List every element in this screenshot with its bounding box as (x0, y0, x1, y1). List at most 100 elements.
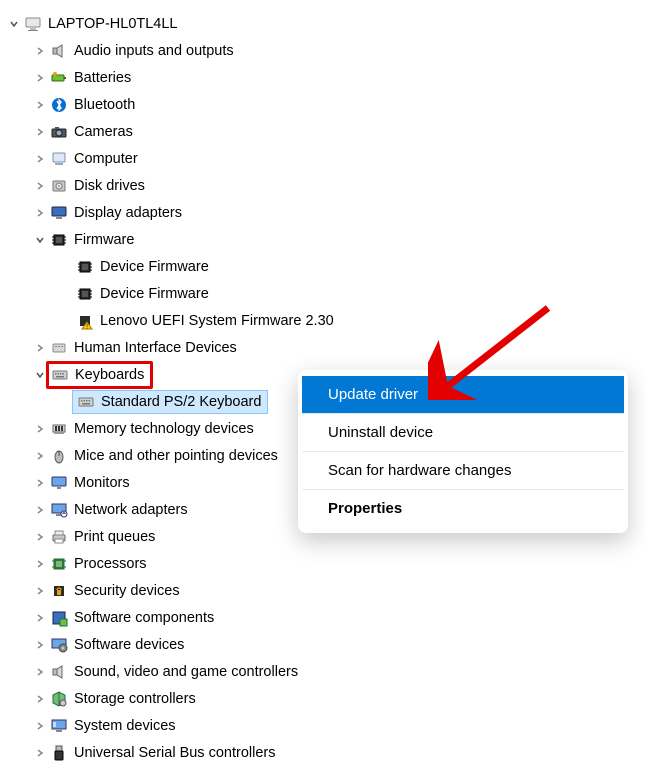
tree-item[interactable]: Sound, video and game controllers (6, 658, 646, 685)
tree-item-label: Standard PS/2 Keyboard (97, 394, 261, 410)
tree-item-label: Device Firmware (96, 286, 209, 302)
printer-icon (48, 526, 70, 548)
chevron-right-icon[interactable] (32, 559, 48, 569)
chevron-right-icon[interactable] (32, 478, 48, 488)
tree-item[interactable]: Computer (6, 145, 646, 172)
network-icon (48, 499, 70, 521)
swdev-icon (48, 634, 70, 656)
speaker-icon (48, 40, 70, 62)
tree-item[interactable]: Firmware (6, 226, 646, 253)
tree-item-label: Disk drives (70, 178, 145, 194)
tree-item[interactable]: Batteries (6, 64, 646, 91)
tree-item[interactable]: Display adapters (6, 199, 646, 226)
speaker-icon (48, 661, 70, 683)
chip-icon (48, 229, 70, 251)
tree-item-label: Processors (70, 556, 147, 572)
tree-item[interactable]: Device Firmware (6, 280, 646, 307)
chip-icon (74, 256, 96, 278)
bluetooth-icon (48, 94, 70, 116)
chevron-right-icon[interactable] (32, 748, 48, 758)
tree-item[interactable]: Bluetooth (6, 91, 646, 118)
display-icon (48, 202, 70, 224)
disk-icon (48, 175, 70, 197)
chevron-right-icon[interactable] (32, 505, 48, 515)
keyboard-icon (75, 391, 97, 413)
chevron-right-icon[interactable] (32, 532, 48, 542)
chevron-right-icon[interactable] (32, 721, 48, 731)
tree-item[interactable]: Security devices (6, 577, 646, 604)
hid-icon (48, 337, 70, 359)
context-menu: Update driver Uninstall device Scan for … (298, 370, 628, 533)
chevron-right-icon[interactable] (32, 100, 48, 110)
mouse-icon (48, 445, 70, 467)
tree-item-label: Software devices (70, 637, 184, 653)
computer-icon (22, 13, 44, 35)
tree-item-label: Sound, video and game controllers (70, 664, 298, 680)
tree-item-label: Universal Serial Bus controllers (70, 745, 275, 761)
chevron-right-icon[interactable] (32, 586, 48, 596)
chevron-right-icon[interactable] (32, 640, 48, 650)
keyboard-icon (49, 364, 71, 386)
tree-item-label: Memory technology devices (70, 421, 254, 437)
tree-item-label: Mice and other pointing devices (70, 448, 278, 464)
chevron-right-icon[interactable] (32, 46, 48, 56)
system-icon (48, 715, 70, 737)
tree-root[interactable]: LAPTOP-HL0TL4LL (6, 10, 646, 37)
security-icon (48, 580, 70, 602)
battery-icon (48, 67, 70, 89)
chevron-right-icon[interactable] (32, 424, 48, 434)
chevron-right-icon[interactable] (32, 613, 48, 623)
tree-item[interactable]: Device Firmware (6, 253, 646, 280)
tree-item[interactable]: Human Interface Devices (6, 334, 646, 361)
chevron-right-icon[interactable] (32, 208, 48, 218)
chevron-right-icon[interactable] (32, 343, 48, 353)
tree-item-label: Computer (70, 151, 138, 167)
tree-item-label: Firmware (70, 232, 134, 248)
tree-item[interactable]: Software devices (6, 631, 646, 658)
chevron-right-icon[interactable] (32, 154, 48, 164)
chevron-down-icon[interactable] (32, 235, 48, 245)
tree-item[interactable]: Disk drives (6, 172, 646, 199)
tree-item[interactable]: Universal Serial Bus controllers (6, 739, 646, 766)
ctx-update-driver[interactable]: Update driver (302, 376, 624, 414)
tree-item-label: Bluetooth (70, 97, 135, 113)
tree-item-label: Cameras (70, 124, 133, 140)
chevron-right-icon[interactable] (32, 667, 48, 677)
tree-item[interactable]: ! Lenovo UEFI System Firmware 2.30 (6, 307, 646, 334)
chevron-right-icon[interactable] (32, 694, 48, 704)
tree-item[interactable]: Storage controllers (6, 685, 646, 712)
tree-item-label: Human Interface Devices (70, 340, 237, 356)
ctx-scan-hardware[interactable]: Scan for hardware changes (302, 452, 624, 490)
tree-item-label: Monitors (70, 475, 130, 491)
ctx-properties[interactable]: Properties (302, 490, 624, 527)
chip-warn-icon: ! (74, 310, 96, 332)
monitor-icon (48, 472, 70, 494)
swcomp-icon (48, 607, 70, 629)
tree-item-label: Keyboards (71, 367, 144, 383)
ctx-uninstall-device[interactable]: Uninstall device (302, 414, 624, 452)
tree-item-label: Security devices (70, 583, 180, 599)
tree-item-label: Display adapters (70, 205, 182, 221)
tree-item[interactable]: System devices (6, 712, 646, 739)
tree-item-label: Batteries (70, 70, 131, 86)
tree-item-label: Audio inputs and outputs (70, 43, 234, 59)
chevron-down-icon[interactable] (6, 19, 22, 29)
tree-item[interactable]: Audio inputs and outputs (6, 37, 646, 64)
tree-root-label: LAPTOP-HL0TL4LL (44, 16, 178, 32)
pc-icon (48, 148, 70, 170)
tree-item-label: Software components (70, 610, 214, 626)
usb-icon (48, 742, 70, 764)
chevron-right-icon[interactable] (32, 451, 48, 461)
tree-item[interactable]: Software components (6, 604, 646, 631)
tree-item-label: Lenovo UEFI System Firmware 2.30 (96, 313, 334, 329)
chevron-right-icon[interactable] (32, 73, 48, 83)
tree-item-label: Print queues (70, 529, 155, 545)
tree-item[interactable]: Processors (6, 550, 646, 577)
camera-icon (48, 121, 70, 143)
cpu-icon (48, 553, 70, 575)
tree-item[interactable]: Cameras (6, 118, 646, 145)
memory-icon (48, 418, 70, 440)
chevron-right-icon[interactable] (32, 181, 48, 191)
tree-item-label: System devices (70, 718, 176, 734)
chevron-right-icon[interactable] (32, 127, 48, 137)
